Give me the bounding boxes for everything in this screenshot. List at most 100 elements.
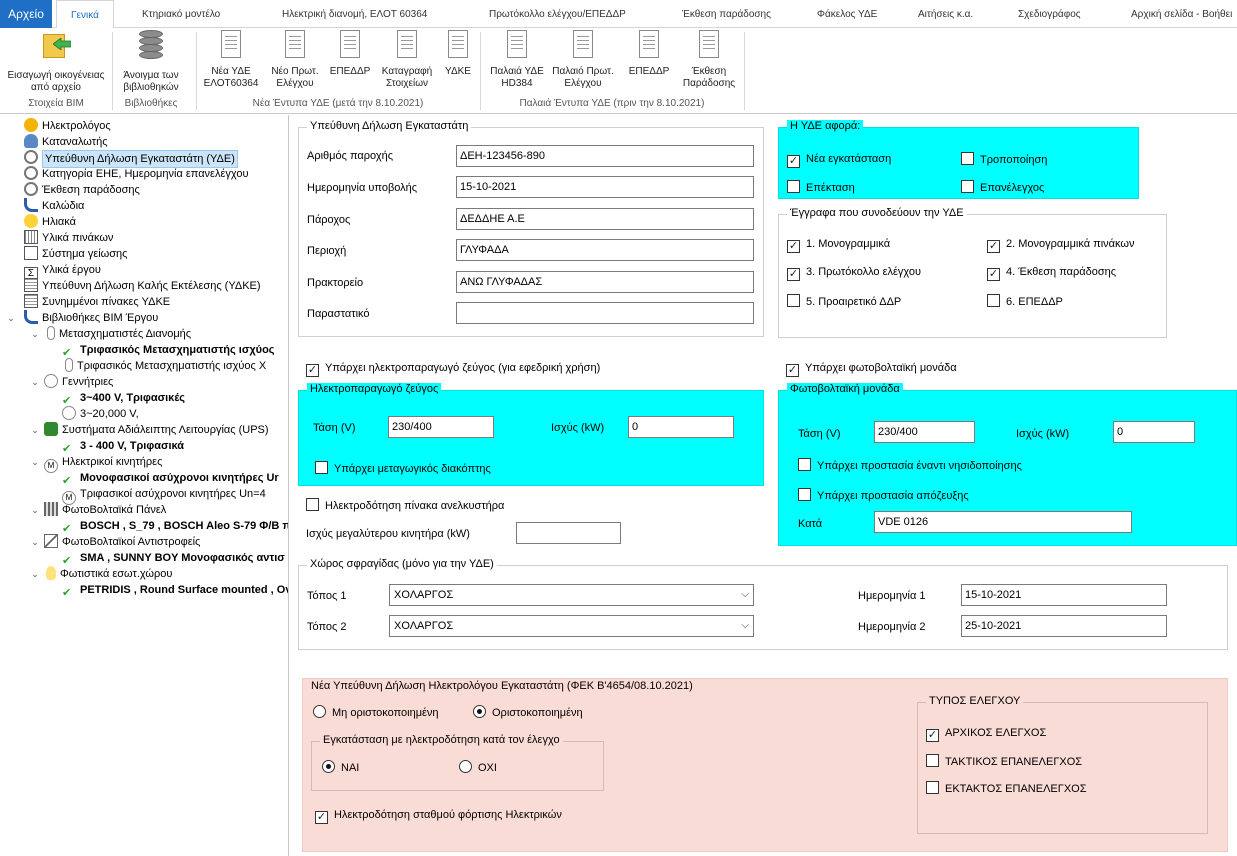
- attachment-single-line-checkbox[interactable]: ✓ 1. Μονογραμμικά: [787, 237, 890, 253]
- elevator-panel-checkbox[interactable]: Ηλεκτροδότηση πίνακα ανελκυστήρα: [306, 498, 504, 513]
- expand-chevron-icon[interactable]: ⌄: [30, 425, 40, 436]
- new-protocol-button[interactable]: Νέο Πρωτ. Ελέγχου: [266, 30, 324, 90]
- old-protocol-button[interactable]: Παλαιό Πρωτ. Ελέγχου: [552, 30, 614, 90]
- place1-select[interactable]: ΧΟΛΑΡΓΟΣ ⌵: [389, 584, 754, 606]
- new-yde-button[interactable]: Νέα ΥΔΕ ΕΛΟΤ60364: [200, 30, 262, 90]
- tree-item-pv-inverters[interactable]: ΦωτοΒολταϊκοί Αντιστροφείς: [44, 534, 200, 550]
- tree-item-transformers[interactable]: Μετασχηματιστές Διανομής: [44, 326, 191, 342]
- powered-yes-radio[interactable]: ΝΑΙ: [322, 760, 359, 775]
- tree-item-generators[interactable]: Γεννήτριες: [44, 374, 113, 390]
- attachment-epeddr-checkbox[interactable]: 6. ΕΠΕΔΔΡ: [987, 294, 1063, 309]
- expand-chevron-icon[interactable]: ⌄: [30, 569, 40, 580]
- expand-chevron-icon[interactable]: ⌄: [30, 377, 40, 388]
- tree-item-indoor-light-1[interactable]: ✔ PETRIDIS , Round Surface mounted , Ov: [62, 582, 288, 599]
- tab-electrical-distribution[interactable]: Ηλεκτρική διανομή, ΕΛΟΤ 60364: [282, 0, 427, 28]
- expand-chevron-icon[interactable]: ⌄: [30, 457, 40, 468]
- extension-checkbox[interactable]: Επέκταση: [787, 180, 855, 195]
- tab-home-help[interactable]: Αρχική σελίδα - Βοήθει: [1131, 0, 1232, 28]
- tree-item-ydke[interactable]: Υπεύθυνη Δήλωση Καλής Εκτέλεσης (ΥΔΚΕ): [24, 278, 261, 294]
- largest-motor-input[interactable]: [516, 522, 621, 544]
- tree-item-bim-libraries[interactable]: Βιβλιοθήκες BIM Έργου: [24, 310, 158, 326]
- generator-power-input[interactable]: 0: [628, 416, 734, 438]
- file-tab[interactable]: Αρχείο: [0, 0, 52, 28]
- tree-item-motor-2[interactable]: M Τριφασικοί ασύχρονοι κινητήρες Un=4: [62, 486, 266, 505]
- attachment-panel-diagrams-checkbox[interactable]: ✓ 2. Μονογραμμικά πινάκων: [987, 237, 1135, 253]
- tree-item-generator-2[interactable]: 3~20,000 V,: [62, 406, 139, 422]
- tree-item-transformer-2[interactable]: Τριφασικός Μετασχηματιστής ισχύος Χ: [62, 358, 266, 374]
- tab-test-protocol[interactable]: Πρωτόκολλο ελέγχου/ΕΠΕΔΔΡ: [489, 0, 626, 28]
- pv-standard-input[interactable]: VDE 0126: [874, 511, 1132, 533]
- tree-item-project-materials[interactable]: Σ Υλικά έργου: [24, 262, 101, 281]
- tree-item-generator-1[interactable]: ✔ 3~400 V, Τριφασικές: [62, 390, 185, 407]
- tree-item-pv-panel-1[interactable]: ✔ BOSCH , S_79 , BOSCH Aleo S-79 Φ/Β πά: [62, 518, 288, 535]
- pv-voltage-input[interactable]: 230/400: [874, 421, 975, 443]
- tab-general[interactable]: Γενικά: [56, 0, 114, 29]
- tree-item-consumer[interactable]: Καταναλωτής: [24, 134, 108, 150]
- tab-delivery-report[interactable]: Έκθεση παράδοσης: [682, 0, 771, 28]
- tree-item-delivery-report[interactable]: Έκθεση παράδοσης: [24, 182, 140, 198]
- tab-designer[interactable]: Σχεδιογράφος: [1018, 0, 1081, 28]
- new-installation-checkbox[interactable]: ✓ Νέα εγκατάσταση: [787, 152, 891, 168]
- document-input[interactable]: [456, 302, 754, 324]
- delivery-report-button[interactable]: Έκθεση Παράδοσης: [680, 30, 738, 90]
- tab-yde-folder[interactable]: Φάκελος ΥΔΕ: [817, 0, 877, 28]
- periodic-recheck-checkbox[interactable]: ΤΑΚΤΙΚΟΣ ΕΠΑΝΕΛΕΓΧΟΣ: [926, 754, 1082, 769]
- generator-exists-checkbox[interactable]: ✓ Υπάρχει ηλεκτροπαραγωγό ζεύγος (για εφε…: [306, 361, 600, 377]
- submission-date-input[interactable]: 15-10-2021: [456, 176, 754, 198]
- epeddr-old-button[interactable]: ΕΠΕΔΔΡ: [618, 30, 680, 78]
- supply-number-input[interactable]: ΔΕΗ-123456-890: [456, 145, 754, 167]
- pv-exists-checkbox[interactable]: ✓ Υπάρχει φωτοβολταϊκή μονάδα: [786, 361, 957, 377]
- tree-item-motors[interactable]: M Ηλεκτρικοί κινητήρες: [44, 454, 162, 473]
- region-input[interactable]: ΓΛΥΦΑΔΑ: [456, 239, 754, 261]
- decoupling-protection-checkbox[interactable]: Υπάρχει προστασία απόζευξης: [798, 488, 969, 503]
- recheck-checkbox[interactable]: Επανέλεγχος: [961, 180, 1044, 195]
- powered-no-radio[interactable]: ΟΧΙ: [459, 760, 497, 775]
- tree-item-transformer-1[interactable]: ✔ Τριφασικός Μετασχηματιστής ισχύος: [62, 342, 275, 359]
- extraordinary-recheck-checkbox[interactable]: ΕΚΤΑΚΤΟΣ ΕΠΑΝΕΛΕΓΧΟΣ: [926, 781, 1087, 796]
- tree-item-pv-panels[interactable]: ΦωτοΒολταϊκά Πάνελ: [44, 502, 166, 518]
- agency-input[interactable]: ΑΝΩ ΓΛΥΦΑΔΑΣ: [456, 271, 754, 293]
- tree-item-ups-1[interactable]: ✔ 3 - 400 V, Τριφασικά: [62, 438, 184, 455]
- attachment-optional-ddr-checkbox[interactable]: 5. Προαιρετικό ΔΔΡ: [787, 294, 901, 309]
- tree-item-ydke-tables[interactable]: Συνημμένοι πίνακες ΥΔΚΕ: [24, 294, 170, 310]
- tree-item-installer-declaration[interactable]: Υπεύθυνη Δήλωση Εγκαταστάτη (ΥΔΕ): [24, 150, 238, 168]
- import-family-button[interactable]: Εισαγωγή οικογένειας από αρχείο: [4, 30, 108, 94]
- expand-chevron-icon[interactable]: ⌄: [30, 505, 40, 516]
- ydke-button[interactable]: ΥΔΚΕ: [440, 30, 476, 78]
- provider-input[interactable]: ΔΕΔΔΗΕ Α.Ε: [456, 208, 754, 230]
- record-elements-button[interactable]: Καταγραφή Στοιχείων: [376, 30, 438, 90]
- panel-icon: [24, 230, 38, 244]
- place2-select[interactable]: ΧΟΛΑΡΓΟΣ ⌵: [389, 615, 754, 637]
- tab-applications[interactable]: Αιτήσεις κ.α.: [918, 0, 973, 28]
- tree-item-cables[interactable]: Καλώδια: [24, 198, 84, 214]
- open-libraries-button[interactable]: Άνοιγμα των βιβλιοθηκών: [116, 30, 186, 94]
- tree-item-motor-1[interactable]: ✔ Μονοφασικοί ασύχρονοι κινητήρες Ur: [62, 470, 279, 487]
- not-finalized-radio[interactable]: Μη οριστοκοποιημένη: [313, 705, 439, 720]
- transfer-switch-checkbox[interactable]: Υπάρχει μεταγωγικός διακόπτης: [315, 461, 491, 476]
- initial-check-checkbox[interactable]: ✓ ΑΡΧΙΚΟΣ ΕΛΕΓΧΟΣ: [926, 726, 1046, 742]
- anti-islanding-checkbox[interactable]: Υπάρχει προστασία έναντι νησιδοποίησης: [798, 458, 1022, 473]
- modification-checkbox[interactable]: Τροποποίηση: [961, 152, 1047, 167]
- date1-input[interactable]: 15-10-2021: [961, 584, 1167, 606]
- expand-chevron-icon[interactable]: ⌄: [6, 313, 16, 324]
- attachment-test-protocol-checkbox[interactable]: ✓ 3. Πρωτόκολλο ελέγχου: [787, 265, 921, 281]
- generator-voltage-input[interactable]: 230/400: [388, 416, 494, 438]
- expand-chevron-icon[interactable]: ⌄: [30, 329, 40, 340]
- tree-item-grounding[interactable]: Σύστημα γείωσης: [24, 246, 127, 262]
- tree-item-pv-inverter-1[interactable]: ✔ SMA , SUNNY BOY Μονοφασικός αντισ: [62, 550, 285, 567]
- tree-item-electrician[interactable]: Ηλεκτρολόγος: [24, 118, 111, 134]
- expand-chevron-icon[interactable]: ⌄: [30, 537, 40, 548]
- ev-charging-checkbox[interactable]: ✓ Ηλεκτροδότηση σταθμού φόρτισης Ηλεκτρικ…: [315, 808, 562, 824]
- tree-item-category[interactable]: Κατηγορία ΕΗΕ, Ημερομηνία επανελέγχου: [24, 166, 248, 182]
- pv-power-input[interactable]: 0: [1113, 421, 1195, 443]
- attachment-delivery-report-checkbox[interactable]: ✓ 4. Έκθεση παράδοσης: [987, 265, 1116, 281]
- tree-item-ups[interactable]: Συστήματα Αδιάλειπτης Λειτουργίας (UPS): [44, 422, 269, 438]
- tab-building-model[interactable]: Κτηριακό μοντέλο: [142, 0, 220, 28]
- finalized-radio[interactable]: Οριστοκοποιημένη: [473, 705, 583, 720]
- tree-item-panel-materials[interactable]: Υλικά πινάκων: [24, 230, 113, 246]
- epeddr-new-button[interactable]: ΕΠΕΔΔΡ: [326, 30, 374, 78]
- date2-input[interactable]: 25-10-2021: [961, 615, 1167, 637]
- tree-item-indoor-lights[interactable]: Φωτιστικά εσωτ.χώρου: [44, 566, 172, 582]
- old-yde-button[interactable]: Παλαιά ΥΔΕ HD384: [486, 30, 548, 90]
- tree-item-solar[interactable]: Ηλιακά: [24, 214, 76, 230]
